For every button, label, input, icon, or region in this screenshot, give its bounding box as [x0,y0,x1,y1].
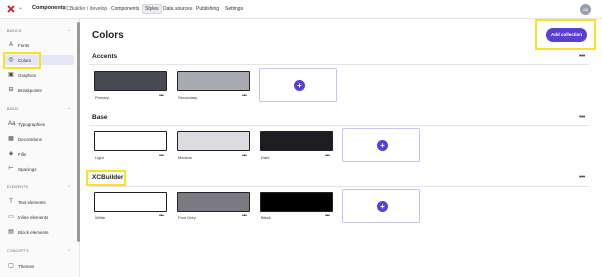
nav-styles[interactable]: Styles [142,4,162,14]
sidebar-section-basics: BASICS [7,29,22,33]
swatch-light[interactable] [94,131,167,151]
sidebar-item-block-elements[interactable]: ▤ Block elements [4,227,74,237]
group-more-button[interactable]: ••• [579,53,585,60]
highlight-box [3,52,41,69]
sidebar-item-label: Fills [18,151,26,157]
swatch-label: Black [261,215,271,220]
sidebar-item-label: Inline elements [18,214,49,220]
swatch-more-button[interactable]: ••• [325,153,330,159]
group-title-xcbuilder: XCBuilder [92,174,124,181]
plus-icon[interactable]: + [377,140,388,151]
top-bar: ⌄ Components XCBuilder / develop Compone… [0,0,602,19]
swatch-white[interactable] [94,192,167,212]
typography-icon: Aa [8,121,16,127]
sidebar-item-fonts[interactable]: A Fonts [4,40,74,50]
chevron-down-icon[interactable]: ⌄ [18,4,23,11]
add-color-card[interactable]: + [342,128,420,162]
swatch-more-button[interactable]: ••• [159,153,164,159]
plus-icon[interactable]: + [377,201,388,212]
swatch-dark[interactable] [260,131,333,151]
app-logo-icon[interactable] [7,5,15,13]
sidebar-item-themes[interactable]: ▢ Themes [4,261,74,271]
divider [89,186,589,187]
block-element-icon: ▤ [8,229,14,235]
sidebar-item-graphics[interactable]: ▣ Graphics [4,70,74,80]
swatch-label: White [95,215,106,220]
swatch-label: Primary [95,95,109,100]
sidebar-item-inline-elements[interactable]: ▭ Inline elements [4,212,74,222]
swatch-label: Secondary [178,95,198,100]
add-color-card[interactable]: + [259,68,337,102]
swatch-label: Dark [261,155,270,160]
breakpoints-icon: ⊟ [8,87,14,93]
swatch-label: Medium [178,155,193,160]
text-element-icon: T [9,199,13,205]
sidebar-item-label: Spacings [18,166,37,172]
divider [89,64,589,65]
sidebar-item-breakpoints[interactable]: ⊟ Breakpoints [4,85,74,95]
chevron-up-icon[interactable]: ^ [68,248,70,253]
project-breadcrumb[interactable]: XCBuilder / develop [63,6,107,12]
product-name: Components [32,5,66,11]
sidebar-item-text-elements[interactable]: T Text elements [4,197,74,207]
sidebar-item-label: Typographies [18,121,46,127]
inline-element-icon: ▭ [8,214,14,220]
page-title: Colors [92,30,124,41]
swatch-more-button[interactable]: ••• [159,93,164,99]
sidebar-item-spacings[interactable]: ⊢ Spacings [4,164,74,174]
swatch-more-button[interactable]: ••• [159,213,164,219]
nav-settings[interactable]: Settings [225,6,243,12]
sidebar-section-elements: ELEMENTS [7,185,29,189]
chevron-up-icon[interactable]: ^ [68,28,70,33]
group-title-base: Base [92,114,108,121]
sidebar-item-label: Decorations [18,136,43,142]
chevron-up-icon[interactable]: ^ [68,106,70,111]
swatch-label: Font Grey [178,215,196,220]
sidebar-item-label: Breakpoints [18,87,42,93]
nav-publishing[interactable]: Publishing [196,6,219,12]
sidebar-item-label: Graphics [18,72,37,78]
swatch-more-button[interactable]: ••• [242,93,247,99]
fill-icon: ◈ [8,151,14,157]
swatch-secondary[interactable] [177,71,250,91]
swatch-more-button[interactable]: ••• [242,213,247,219]
swatch-more-button[interactable]: ••• [242,153,247,159]
swatch-primary[interactable] [94,71,167,91]
sidebar-item-label: Themes [18,263,35,269]
sidebar-scrollbar[interactable] [77,22,80,242]
sidebar-item-typographies[interactable]: Aa Typographies [4,119,74,129]
swatch-black[interactable] [260,192,333,212]
decorations-icon: ▦ [8,136,14,142]
chevron-up-icon[interactable]: ^ [68,184,70,189]
divider [89,125,589,126]
nav-data-sources[interactable]: Data sources [163,6,192,12]
font-icon: A [8,42,13,48]
plus-icon[interactable]: + [294,80,305,91]
sidebar-section-basic: BASIC [7,107,20,111]
swatch-medium[interactable] [177,131,250,151]
sidebar-item-decorations[interactable]: ▦ Decorations [4,134,74,144]
sidebar-item-label: Text elements [18,199,46,205]
spacing-icon: ⊢ [8,166,14,172]
swatch-more-button[interactable]: ••• [325,213,330,219]
swatch-font-grey[interactable] [177,192,250,212]
add-color-card[interactable]: + [342,189,420,223]
swatch-label: Light [95,155,104,160]
sidebar-item-label: Fonts [18,42,30,48]
sidebar-item-label: Block elements [18,229,49,235]
group-more-button[interactable]: ••• [579,114,585,121]
themes-icon: ▢ [8,263,14,269]
sidebar-section-concepts: CONCEPTS [7,249,29,253]
group-more-button[interactable]: ••• [579,174,585,181]
avatar[interactable]: AB [580,4,591,15]
nav-components[interactable]: Components [111,6,139,12]
group-title-accents: Accents [92,53,118,60]
add-collection-button[interactable]: Add collection [546,28,587,42]
sidebar-item-fills[interactable]: ◈ Fills [4,149,74,159]
image-icon: ▣ [8,72,14,78]
